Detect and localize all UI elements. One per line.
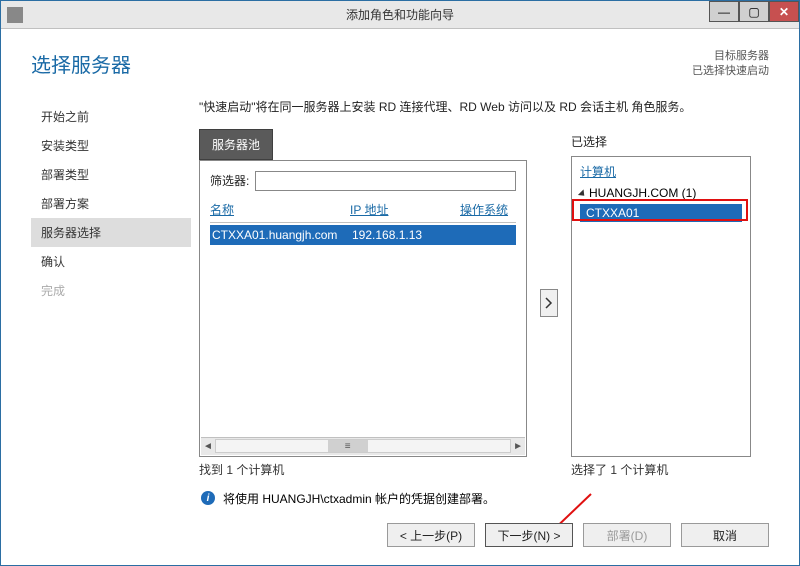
deploy-button: 部署(D) [583,523,671,547]
selected-domain[interactable]: HUANGJH.COM (1) [574,184,748,202]
chevron-right-icon [544,296,554,310]
body: 选择服务器 目标服务器 已选择快速启动 开始之前 安装类型 部署类型 部署方案 … [1,29,799,565]
wizard-steps: 开始之前 安装类型 部署类型 部署方案 服务器选择 确认 完成 [31,98,191,478]
close-button[interactable]: ✕ [769,1,799,22]
server-name: CTXXA01.huangjh.com [212,228,352,242]
footer-buttons: < 上一步(P) 下一步(N) > 部署(D) 取消 [387,523,769,547]
col-os[interactable]: 操作系统 [460,201,516,218]
add-server-button[interactable] [540,289,558,317]
next-button[interactable]: 下一步(N) > [485,523,573,547]
wizard-window: 添加角色和功能向导 — ▢ ✕ 选择服务器 目标服务器 已选择快速启动 开始之前… [0,0,800,566]
filter-label: 筛选器: [210,172,249,189]
server-pool-panel: 服务器池 筛选器: 名称 IP 地址 操作系统 [199,129,527,478]
h-scrollbar[interactable]: ◄ ≡ ► [201,437,525,455]
header-row: 选择服务器 目标服务器 已选择快速启动 [31,49,769,80]
minimize-button[interactable]: — [709,1,739,22]
pool-table-header: 名称 IP 地址 操作系统 [200,201,526,222]
window-controls: — ▢ ✕ [709,1,799,22]
selected-box: 计算机 HUANGJH.COM (1) CTXXA01 [571,156,751,457]
step-deploy-scenario[interactable]: 部署方案 [31,189,191,218]
info-icon: i [201,491,215,505]
main-description: "快速启动"将在同一服务器上安装 RD 连接代理、RD Web 访问以及 RD … [199,98,769,115]
meta-info: 目标服务器 已选择快速启动 [692,49,769,80]
window-title: 添加角色和功能向导 [346,6,454,23]
titlebar: 添加角色和功能向导 — ▢ ✕ [1,1,799,29]
server-row[interactable]: CTXXA01.huangjh.com 192.168.1.13 [210,225,516,245]
step-install-type[interactable]: 安装类型 [31,131,191,160]
scroll-left-icon[interactable]: ◄ [203,441,213,452]
step-confirm[interactable]: 确认 [31,247,191,276]
selected-domain-label: HUANGJH.COM (1) [589,186,696,200]
prev-button[interactable]: < 上一步(P) [387,523,475,547]
pool-status: 找到 1 个计算机 [199,457,527,478]
meta-target-label: 目标服务器 [692,49,769,64]
add-column [537,129,561,478]
scroll-right-icon[interactable]: ► [513,441,523,452]
page-heading: 选择服务器 [31,49,131,78]
server-os [462,228,514,242]
filter-row: 筛选器: [200,161,526,201]
pool-table-body: CTXXA01.huangjh.com 192.168.1.13 [200,225,526,437]
scroll-handle[interactable]: ≡ [328,440,368,452]
selected-label: 已选择 [571,129,751,150]
server-pool-tab[interactable]: 服务器池 [199,129,273,160]
info-row: i 将使用 HUANGJH\ctxadmin 帐户的凭据创建部署。 [201,490,769,507]
header-separator [210,222,516,223]
step-complete: 完成 [31,276,191,305]
col-name[interactable]: 名称 [210,201,350,218]
selected-panel: 已选择 计算机 HUANGJH.COM (1) CTXXA01 选择了 1 个计… [571,129,751,478]
server-ip: 192.168.1.13 [352,228,462,242]
app-icon [7,7,23,23]
server-pool-box: 筛选器: 名称 IP 地址 操作系统 CTXXA0 [199,160,527,457]
maximize-button[interactable]: ▢ [739,1,769,22]
step-server-select[interactable]: 服务器选择 [31,218,191,247]
step-deploy-type[interactable]: 部署类型 [31,160,191,189]
panels: 服务器池 筛选器: 名称 IP 地址 操作系统 [199,129,769,478]
selected-col-computer[interactable]: 计算机 [574,163,748,184]
triangle-down-icon [578,189,587,198]
meta-target-value: 已选择快速启动 [692,64,769,79]
columns: 开始之前 安装类型 部署类型 部署方案 服务器选择 确认 完成 "快速启动"将在… [31,98,769,478]
main-panel: "快速启动"将在同一服务器上安装 RD 连接代理、RD Web 访问以及 RD … [191,98,769,478]
filter-input[interactable] [255,171,516,191]
col-ip[interactable]: IP 地址 [350,201,460,218]
scroll-track[interactable]: ≡ [215,439,511,453]
info-text: 将使用 HUANGJH\ctxadmin 帐户的凭据创建部署。 [223,490,495,507]
selected-server[interactable]: CTXXA01 [580,204,742,222]
cancel-button[interactable]: 取消 [681,523,769,547]
step-before-begin[interactable]: 开始之前 [31,102,191,131]
selected-status: 选择了 1 个计算机 [571,457,751,478]
